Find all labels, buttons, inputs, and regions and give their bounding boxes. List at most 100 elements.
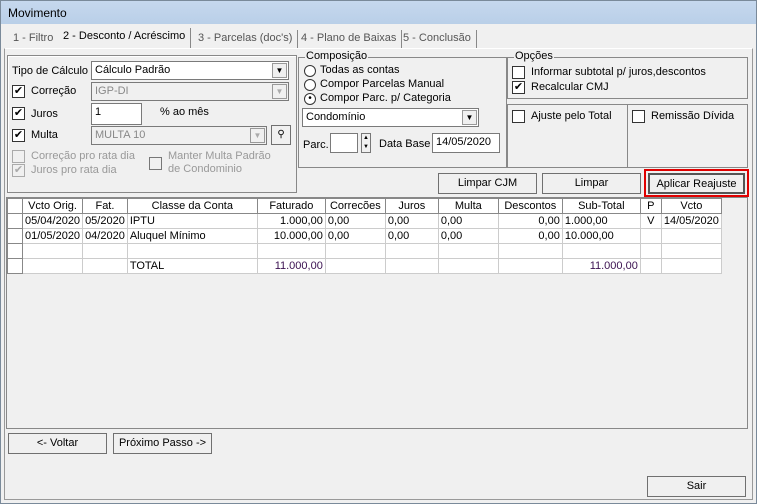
- table-header: Vcto Orig. Fat. Classe da Conta Faturado Cor…: [7, 198, 722, 214]
- table-row[interactable]: 01/05/2020 04/2020 Aluquel Mínimo 10.000,00…: [7, 228, 722, 244]
- table-cell[interactable]: 10.000,00: [561, 228, 641, 244]
- table-cell[interactable]: 14/05/2020: [660, 213, 722, 229]
- col-header[interactable]: Juros: [384, 198, 439, 214]
- multa-select[interactable]: MULTA 10 ▼: [91, 126, 267, 145]
- col-header[interactable]: Vcto Orig.: [21, 198, 84, 214]
- total-row[interactable]: TOTAL 11.000,00 11.000,00: [7, 258, 722, 274]
- tab-parcelas[interactable]: 3 - Parcelas (doc's): [193, 30, 299, 48]
- limpar-composicao-button[interactable]: Limpar Composição: [542, 173, 641, 208]
- multa-checkbox[interactable]: ✔: [12, 129, 25, 142]
- table-cell[interactable]: 0,00: [437, 228, 499, 244]
- proximo-passo-button[interactable]: Próximo Passo ->: [113, 433, 212, 454]
- table-cell[interactable]: 11.000,00: [561, 258, 641, 274]
- table-cell[interactable]: 1.000,00: [256, 213, 326, 229]
- table-cell[interactable]: 0,00: [384, 228, 439, 244]
- table-cell[interactable]: 0,00: [437, 213, 499, 229]
- table-cell[interactable]: 0,00: [384, 213, 439, 229]
- tipo-calculo-select[interactable]: Cálculo Padrão ▼: [91, 61, 289, 80]
- table-cell[interactable]: 1.000,00: [561, 213, 641, 229]
- juros-rata-checkbox[interactable]: ✔: [12, 164, 25, 177]
- table-cell[interactable]: V: [639, 213, 662, 229]
- table-cell[interactable]: 0,00: [497, 213, 563, 229]
- col-header[interactable]: Fat.: [82, 198, 128, 214]
- table-row[interactable]: [7, 243, 722, 259]
- col-header[interactable]: Vcto: [660, 198, 722, 214]
- table-cell[interactable]: 01/05/2020: [21, 228, 84, 244]
- table-cell[interactable]: [561, 243, 641, 259]
- table-cell[interactable]: [660, 228, 722, 244]
- table-cell[interactable]: [660, 243, 722, 259]
- juros-checkbox[interactable]: ✔: [12, 107, 25, 120]
- table-cell[interactable]: [639, 228, 662, 244]
- table-cell[interactable]: 05/04/2020: [21, 213, 84, 229]
- table-cell[interactable]: [384, 258, 439, 274]
- radio-compor-manual[interactable]: [304, 79, 316, 91]
- informar-subtotal-checkbox[interactable]: [512, 66, 525, 79]
- remissao-divida-checkbox[interactable]: [632, 110, 645, 123]
- table-cell[interactable]: TOTAL: [126, 258, 258, 274]
- row-indicator-header: [7, 198, 23, 214]
- col-header[interactable]: Faturado: [256, 198, 326, 214]
- correcao-select[interactable]: IGP-DI ▼: [91, 82, 289, 101]
- table-cell[interactable]: [21, 258, 84, 274]
- table-cell[interactable]: [639, 243, 662, 259]
- tab-filtro[interactable]: 1 - Filtro: [8, 30, 60, 48]
- binoculars-icon: ⚲: [277, 129, 285, 140]
- table-cell[interactable]: 0,00: [324, 213, 386, 229]
- tipo-calculo-value: Cálculo Padrão: [95, 64, 171, 76]
- table-cell[interactable]: 10.000,00: [256, 228, 326, 244]
- table-row[interactable]: 05/04/2020 05/2020 IPTU 1.000,00 0,00 0,00 0,0…: [7, 213, 722, 229]
- col-header[interactable]: Descontos: [497, 198, 563, 214]
- table-cell[interactable]: IPTU: [126, 213, 258, 229]
- categoria-value: Condomínio: [306, 111, 366, 123]
- table-cell[interactable]: [82, 258, 128, 274]
- table-cell[interactable]: [324, 243, 386, 259]
- table-cell[interactable]: 04/2020: [82, 228, 128, 244]
- aplicar-reajuste-button[interactable]: Aplicar Reajuste: [648, 173, 745, 194]
- table-cell[interactable]: 11.000,00: [256, 258, 326, 274]
- table-cell[interactable]: [21, 243, 84, 259]
- table-cell[interactable]: Aluquel Mínimo: [126, 228, 258, 244]
- table-cell[interactable]: [497, 243, 563, 259]
- juros-input[interactable]: 1: [91, 103, 142, 125]
- table-cell[interactable]: [82, 243, 128, 259]
- parc-input[interactable]: [330, 133, 358, 153]
- table-cell[interactable]: [497, 258, 563, 274]
- ajuste-total-checkbox[interactable]: [512, 110, 525, 123]
- correcao-rata-checkbox[interactable]: [12, 150, 25, 163]
- col-header[interactable]: Multa: [437, 198, 499, 214]
- data-base-input[interactable]: 14/05/2020: [432, 133, 500, 153]
- table-cell[interactable]: [384, 243, 439, 259]
- col-header[interactable]: Sub-Total: [561, 198, 641, 214]
- table-cell[interactable]: [660, 258, 722, 274]
- categoria-select[interactable]: Condomínio ▼: [302, 108, 479, 127]
- col-header[interactable]: P: [639, 198, 662, 214]
- remissao-divida-label: Remissão Dívida: [651, 110, 735, 122]
- parc-spinner[interactable]: ▲ ▼: [361, 133, 371, 153]
- tab-conclusao[interactable]: 5 - Conclusão: [398, 30, 477, 48]
- sair-button[interactable]: Sair: [647, 476, 746, 497]
- table-cell[interactable]: [437, 243, 499, 259]
- correcao-label: Correção: [31, 85, 77, 97]
- correcao-checkbox[interactable]: ✔: [12, 85, 25, 98]
- table-cell[interactable]: 05/2020: [82, 213, 128, 229]
- table-cell[interactable]: 0,00: [497, 228, 563, 244]
- table-cell[interactable]: [126, 243, 258, 259]
- binoculars-search-button[interactable]: ⚲: [271, 125, 291, 145]
- table-cell[interactable]: 0,00: [324, 228, 386, 244]
- radio-todas-contas[interactable]: [304, 65, 316, 77]
- table-cell[interactable]: [437, 258, 499, 274]
- voltar-button[interactable]: <- Voltar: [8, 433, 107, 454]
- limpar-cjm-button[interactable]: Limpar CJM: [438, 173, 537, 194]
- informar-subtotal-label: Informar subtotal p/ juros,descontos: [531, 66, 706, 78]
- tab-plano-baixas[interactable]: 4 - Plano de Baixas: [296, 30, 403, 48]
- radio-compor-categoria[interactable]: •: [304, 93, 316, 105]
- table-cell[interactable]: [324, 258, 386, 274]
- col-header[interactable]: Correcões: [324, 198, 386, 214]
- col-header[interactable]: Classe da Conta: [126, 198, 258, 214]
- manter-multa-checkbox[interactable]: [149, 157, 162, 170]
- table-cell[interactable]: [256, 243, 326, 259]
- recalcular-cmj-checkbox[interactable]: ✔: [512, 81, 525, 94]
- tab-desconto-acrescimo[interactable]: 2 - Desconto / Acréscimo: [58, 28, 192, 48]
- table-cell[interactable]: [639, 258, 662, 274]
